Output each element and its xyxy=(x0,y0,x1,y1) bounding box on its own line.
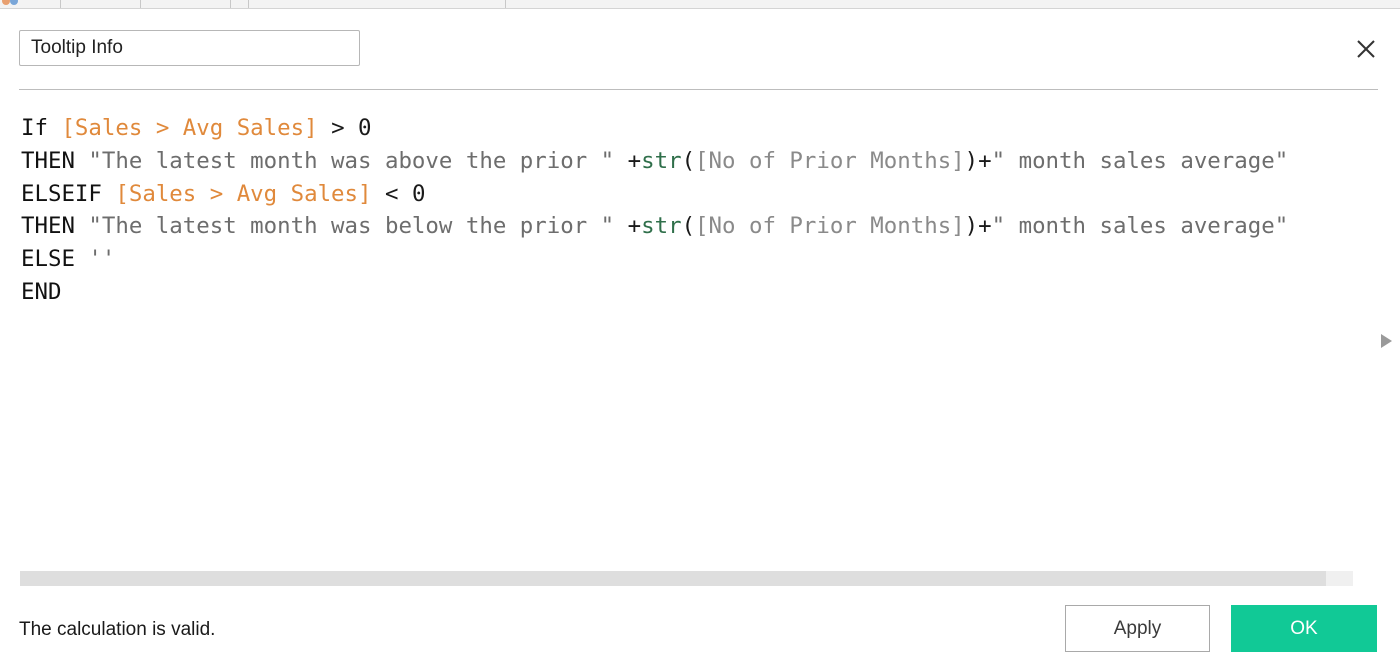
ok-button[interactable]: OK xyxy=(1231,605,1377,652)
code-token-str: " month sales average" xyxy=(991,213,1289,240)
code-token-field: [Sales > Avg Sales] xyxy=(115,180,372,207)
code-token-plain: )+ xyxy=(964,147,992,174)
code-token-kw: If xyxy=(21,115,62,141)
toolbar-icon xyxy=(2,0,10,5)
code-line: If [Sales > Avg Sales] > 0 xyxy=(21,112,1361,145)
code-token-plain: ( xyxy=(681,213,696,240)
code-line: ELSE '' xyxy=(21,243,1361,276)
horizontal-scrollbar[interactable] xyxy=(20,571,1353,586)
header-divider xyxy=(19,89,1378,90)
close-icon xyxy=(1357,40,1375,58)
code-token-func: str xyxy=(641,213,682,240)
code-token-plain: )+ xyxy=(964,213,992,240)
code-line: THEN "The latest month was above the pri… xyxy=(21,145,1361,178)
app-toolbar-edge xyxy=(0,0,1400,9)
code-token-plain: > 0 xyxy=(317,115,372,141)
code-token-str: "The latest month was above the prior " xyxy=(88,147,615,174)
code-token-plain: + xyxy=(614,213,642,240)
expand-panel-arrow-icon[interactable] xyxy=(1381,334,1392,348)
code-token-plain: < 0 xyxy=(371,180,426,207)
code-token-kw: ELSEIF xyxy=(21,180,116,207)
code-token-param: [No of Prior Months] xyxy=(695,147,965,174)
code-token-plain: ( xyxy=(681,147,696,174)
code-token-param: [No of Prior Months] xyxy=(695,213,965,240)
code-token-kw: ELSE xyxy=(21,246,89,273)
calculation-name-input[interactable] xyxy=(19,30,360,66)
code-token-func: str xyxy=(641,147,682,174)
code-token-str: '' xyxy=(88,246,116,273)
toolbar-icon xyxy=(10,0,18,5)
validation-status: The calculation is valid. xyxy=(19,619,216,640)
scrollbar-thumb[interactable] xyxy=(20,571,1326,586)
code-token-kw: END xyxy=(21,278,62,305)
code-line: END xyxy=(21,276,1361,309)
formula-editor[interactable]: If [Sales > Avg Sales] > 0 THEN "The late… xyxy=(21,112,1361,552)
code-token-field: [Sales > Avg Sales] xyxy=(61,115,318,141)
code-token-str: "The latest month was below the prior " xyxy=(88,213,615,240)
code-token-kw: THEN xyxy=(21,213,89,240)
code-token-str: " month sales average" xyxy=(991,147,1289,174)
code-token-plain: + xyxy=(614,147,642,174)
code-line: THEN "The latest month was below the pri… xyxy=(21,210,1361,243)
close-button[interactable] xyxy=(1350,33,1382,65)
code-token-kw: THEN xyxy=(21,147,89,174)
code-line: ELSEIF [Sales > Avg Sales] < 0 xyxy=(21,178,1361,211)
apply-button[interactable]: Apply xyxy=(1065,605,1210,652)
